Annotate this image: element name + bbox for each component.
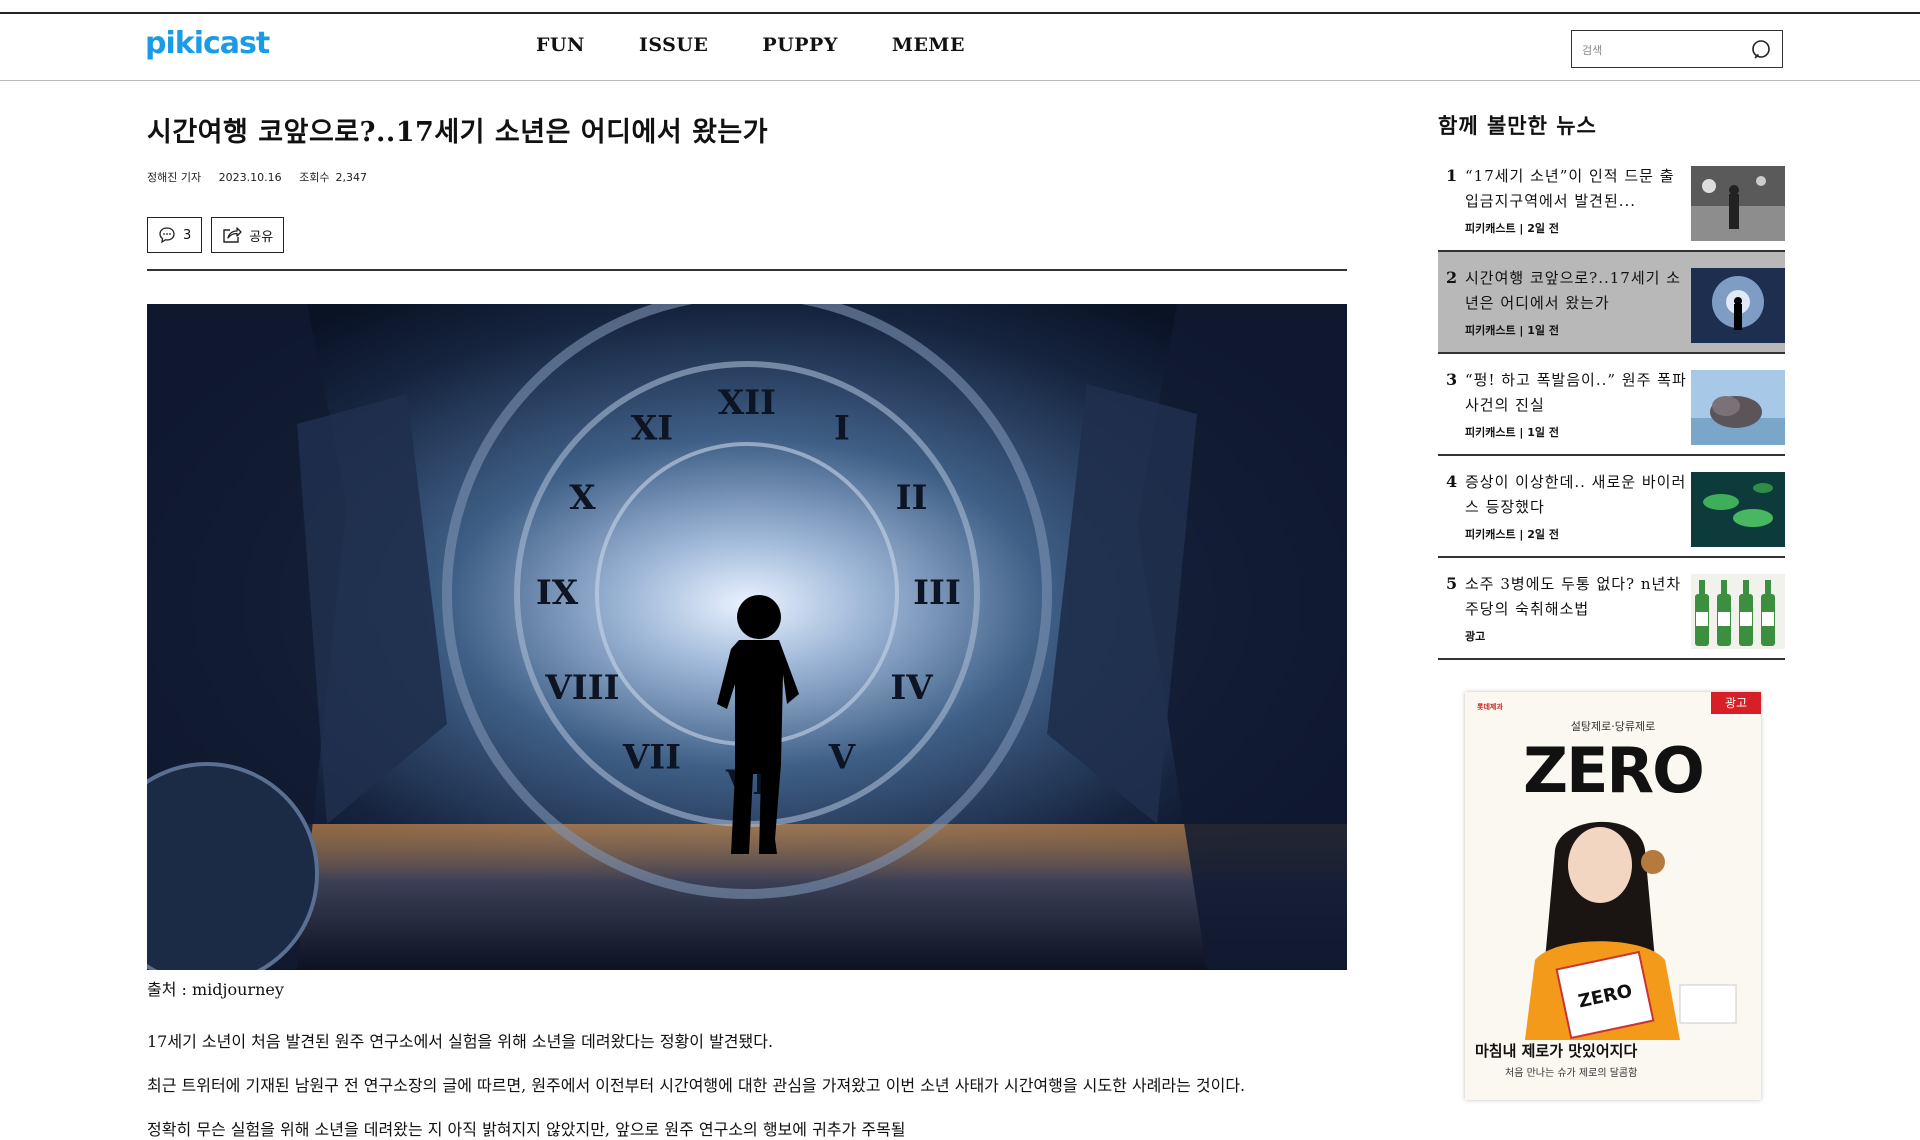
news-headline: “펑! 하고 폭발음이..” 원주 폭파사건의 진실 <box>1465 371 1687 414</box>
hero-clock-numeral: IV <box>890 668 933 708</box>
paragraph-1: 17세기 소년이 처음 발견된 원주 연구소에서 실험을 위해 소년을 데려왔다… <box>147 1032 774 1051</box>
comment-icon <box>159 227 175 244</box>
comment-button[interactable]: 3 <box>147 217 203 253</box>
ad-badge: 광고 <box>1711 692 1761 714</box>
ad-headline: ZERO <box>1523 734 1705 807</box>
share-button[interactable]: 공유 <box>211 217 285 253</box>
search-icon[interactable] <box>1750 38 1774 62</box>
main-nav: FUN ISSUE PUPPY MEME <box>536 34 1019 56</box>
search-input[interactable] <box>1580 39 1744 61</box>
share-label: 공유 <box>249 229 274 245</box>
news-source: 광고 <box>1465 630 1486 643</box>
comment-count: 3 <box>183 227 192 243</box>
paragraph-2: 최근 트위터에 기재된 남원구 전 연구소장의 글에 따르면, 원주에서 이전부… <box>147 1076 1246 1095</box>
views-count: 2,347 <box>335 171 367 184</box>
related-news-item[interactable]: 3 “펑! 하고 폭발음이..” 원주 폭파사건의 진실 피키캐스트 | 1일 … <box>1438 354 1785 456</box>
ad-model-illustration: ZERO <box>1525 821 1737 1040</box>
hero-clock-numeral: XII <box>718 383 776 423</box>
hero-clock-numeral: X <box>569 478 596 518</box>
related-news-item[interactable]: 2 시간여행 코앞으로?..17세기 소년은 어디에서 왔는가 피키캐스트 | … <box>1438 252 1785 354</box>
news-headline: “17세기 소년”이 인적 드문 출입금지구역에서 발견된... <box>1465 167 1675 210</box>
news-source: 피키캐스트 | 1일 전 <box>1465 426 1559 439</box>
ad-subtitle: 설탕제로·당류제로 <box>1570 720 1656 733</box>
news-headline: 소주 3병에도 두통 없다? n년차 주당의 숙취해소법 <box>1465 575 1682 618</box>
news-thumbnail <box>1691 370 1785 445</box>
zero-snack-advertisement[interactable]: 광고 롯데제과 설탕제로·당류제로 ZERO ZERO 마침내 제로가 맛있어지… <box>1465 692 1761 1100</box>
nav-puppy[interactable]: PUPPY <box>762 34 838 56</box>
hero-clock-numeral: VIII <box>544 668 619 708</box>
news-source: 피키캐스트 | 1일 전 <box>1465 324 1559 337</box>
ad-slogan-sub: 처음 만나는 슈가 제로의 달콤함 <box>1505 1068 1638 1079</box>
hero-clock-numeral: III <box>913 573 961 613</box>
news-headline: 증상이 이상한데.. 새로운 바이러스 등장했다 <box>1465 473 1687 516</box>
news-thumbnail <box>1691 472 1785 547</box>
article-meta: 정해진 기자 2023.10.16 조회수 2,347 <box>147 169 381 185</box>
pikicast-logo[interactable]: pikicast <box>145 26 270 61</box>
related-news-item[interactable]: 4 증상이 이상한데.. 새로운 바이러스 등장했다 피키캐스트 | 2일 전 <box>1438 456 1785 558</box>
ad-brand: 롯데제과 <box>1477 703 1503 711</box>
article-title: 시간여행 코앞으로?..17세기 소년은 어디에서 왔는가 <box>147 117 769 148</box>
news-thumbnail <box>1691 166 1785 241</box>
share-icon <box>223 227 242 243</box>
nav-meme[interactable]: MEME <box>892 34 965 56</box>
hero-clock-numeral: I <box>834 408 850 448</box>
author: 정해진 기자 <box>147 171 202 184</box>
article-actions: 3 공유 <box>147 217 285 253</box>
hero-image-clock-tunnel: XIIIIIIIIIVVVIVIIVIIIIXXXI <box>147 304 1347 970</box>
hero-clock-numeral: VII <box>622 738 681 778</box>
paragraph-3: 정확히 무슨 실험을 위해 소년을 데려왔는 지 아직 밝혀지지 않았지만, 앞… <box>147 1120 906 1139</box>
site-header: pikicast FUN ISSUE PUPPY MEME <box>0 14 1920 81</box>
related-news-item[interactable]: 1 “17세기 소년”이 인적 드문 출입금지구역에서 발견된... 피키캐스트… <box>1438 150 1785 252</box>
nav-fun[interactable]: FUN <box>536 34 585 56</box>
publish-date: 2023.10.16 <box>218 171 282 184</box>
hero-clock-numeral: II <box>896 478 928 518</box>
nav-issue[interactable]: ISSUE <box>639 34 708 56</box>
hero-clock-numeral: V <box>828 738 856 778</box>
news-headline: 시간여행 코앞으로?..17세기 소년은 어디에서 왔는가 <box>1465 269 1682 312</box>
image-caption: 출처 : midjourney <box>147 980 284 999</box>
sidebar-title: 함께 볼만한 뉴스 <box>1438 113 1597 138</box>
news-rank: 3 <box>1446 370 1458 389</box>
hero-clock-numeral: IX <box>536 573 579 613</box>
title-divider <box>147 269 1347 271</box>
news-source: 피키캐스트 | 2일 전 <box>1465 222 1559 235</box>
news-thumbnail <box>1691 574 1785 649</box>
news-rank: 5 <box>1446 574 1458 593</box>
news-rank: 2 <box>1446 268 1458 287</box>
news-rank: 4 <box>1446 472 1458 491</box>
news-rank: 1 <box>1446 166 1458 185</box>
hero-clock-numeral: XI <box>631 408 673 448</box>
search-box <box>1571 30 1783 68</box>
news-thumbnail <box>1691 268 1785 343</box>
ad-slogan: 마침내 제로가 맛있어지다 <box>1475 1042 1638 1060</box>
related-news-item[interactable]: 5 소주 3병에도 두통 없다? n년차 주당의 숙취해소법 광고 <box>1438 558 1785 660</box>
news-source: 피키캐스트 | 2일 전 <box>1465 528 1559 541</box>
views-label: 조회수 <box>299 171 330 184</box>
